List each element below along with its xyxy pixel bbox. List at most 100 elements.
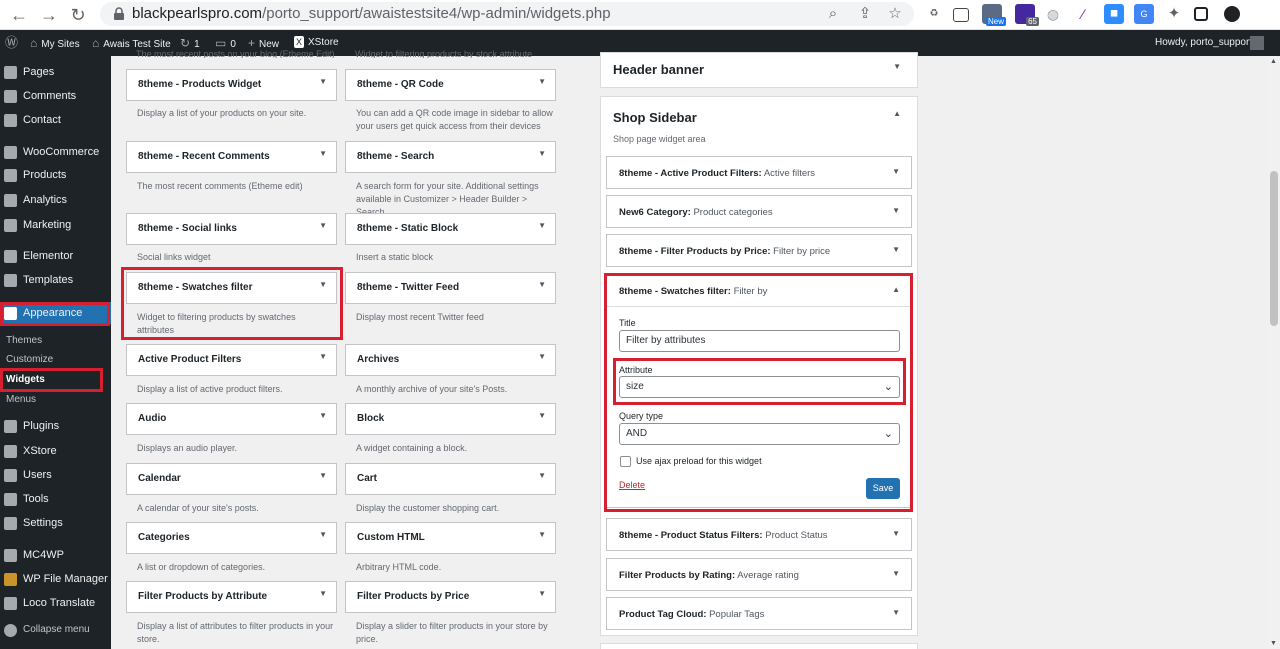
widget-desc: Display a list of your products on your … [137, 108, 307, 118]
dropdown-arrow-icon: ▼ [892, 608, 900, 617]
sidebar-item-users[interactable]: Users [0, 464, 111, 486]
widget-products[interactable]: 8theme - Products Widget ▼ [126, 69, 337, 101]
profile-avatar[interactable] [1224, 6, 1240, 22]
new-ext-icon[interactable]: New [982, 4, 1006, 26]
title-input[interactable]: Filter by attributes [619, 330, 900, 352]
sidebar-item-tools[interactable]: Tools [0, 488, 111, 510]
globe-ext-icon[interactable]: ◍ [1043, 4, 1063, 24]
wordpress-logo-icon[interactable]: Ⓦ [5, 30, 22, 56]
widget-twitter-feed[interactable]: 8theme - Twitter Feed ▼ [345, 272, 556, 304]
sidebar-widget-filter-by-rating[interactable]: Filter Products by Rating: Average ratin… [606, 558, 912, 591]
widget-area-header-banner[interactable]: Header banner ▼ [600, 52, 918, 88]
submenu-item-themes[interactable]: Themes [6, 332, 42, 350]
bookmark-star-icon[interactable]: ☆ [886, 5, 904, 23]
widget-cart[interactable]: Cart ▼ [345, 463, 556, 495]
sidebar-item-contact[interactable]: Contact [0, 109, 111, 131]
sidebar-item-pages[interactable]: Pages [0, 61, 111, 83]
sidebar-item-woocommerce[interactable]: WooCommerce [0, 141, 111, 163]
collapse-menu-button[interactable]: Collapse menu [0, 619, 111, 641]
pen-ext-icon[interactable]: ∕ [1073, 4, 1093, 24]
sidebar-widget-product-status-filters[interactable]: 8theme - Product Status Filters: Product… [606, 518, 912, 551]
widget-audio[interactable]: Audio ▼ [126, 403, 337, 435]
scroll-up-arrow-icon[interactable]: ▲ [1270, 58, 1277, 65]
widget-desc-top-right: Widget to filtering products by stock at… [355, 49, 533, 58]
sidebar-item-products[interactable]: Products [0, 164, 111, 186]
widget-static-block[interactable]: 8theme - Static Block ▼ [345, 213, 556, 245]
sidebar-item-comments[interactable]: Comments [0, 85, 111, 107]
sidebar-item-label: Loco Translate [23, 597, 96, 609]
widget-swatches-filter[interactable]: 8theme - Swatches filter ▼ [126, 272, 337, 304]
submenu-item-widgets[interactable]: Widgets [6, 371, 45, 389]
user-avatar[interactable] [1250, 36, 1264, 50]
sidebar-widget-new6-category[interactable]: New6 Category: Product categories ▼ [606, 195, 912, 228]
sidebar-item-wp-file-manager[interactable]: WP File Manager [0, 568, 111, 590]
extensions-puzzle-icon[interactable]: ✦ [1164, 4, 1184, 24]
translate-ext-icon[interactable]: G [1134, 4, 1154, 24]
widget-name: Product Tag Cloud: [619, 609, 707, 620]
sidebar-item-elementor[interactable]: Elementor [0, 245, 111, 267]
sidebar-widget-product-tag-cloud[interactable]: Product Tag Cloud: Popular Tags ▼ [606, 597, 912, 630]
sidebar-item-xstore[interactable]: XStore [0, 440, 111, 462]
widget-filter-by-attribute[interactable]: Filter Products by Attribute ▼ [126, 581, 337, 613]
back-icon[interactable]: ← [8, 4, 30, 26]
widget-archives[interactable]: Archives ▼ [345, 344, 556, 376]
ajax-preload-checkbox[interactable] [620, 456, 631, 467]
save-button[interactable]: Save [866, 478, 900, 499]
sidebar-item-appearance[interactable]: Appearance [0, 302, 111, 324]
my-sites-icon: ⌂ [30, 36, 38, 50]
dropdown-arrow-icon: ▼ [892, 167, 900, 176]
widget-qr-code[interactable]: 8theme - QR Code ▼ [345, 69, 556, 101]
widget-title: 8theme - Search [357, 151, 435, 162]
products-icon [4, 169, 17, 182]
chevron-down-icon: ⌄ [883, 381, 893, 393]
widget-categories[interactable]: Categories ▼ [126, 522, 337, 554]
sidebar-widget-active-product-filters[interactable]: 8theme - Active Product Filters: Active … [606, 156, 912, 189]
widget-search[interactable]: 8theme - Search ▼ [345, 141, 556, 173]
zoom-meeting-ext-icon[interactable]: ◼ [1104, 4, 1124, 24]
widget-filter-by-price[interactable]: Filter Products by Price ▼ [345, 581, 556, 613]
widget-title: 8theme - Static Block [357, 223, 459, 234]
howdy-user-menu[interactable]: Howdy, porto_support [1155, 30, 1252, 56]
reload-icon[interactable]: ↻ [67, 4, 89, 26]
submenu-item-customize[interactable]: Customize [6, 351, 53, 369]
share-icon[interactable]: ⇪ [856, 5, 874, 23]
sidebar-item-settings[interactable]: Settings [0, 512, 111, 534]
widget-recent-comments[interactable]: 8theme - Recent Comments ▼ [126, 141, 337, 173]
attribute-select[interactable]: size ⌄ [619, 376, 900, 398]
sidebar-item-templates[interactable]: Templates [0, 269, 111, 291]
url-text[interactable]: blackpearlspro.com/porto_support/awaiste… [132, 5, 611, 22]
scroll-down-arrow-icon[interactable]: ▼ [1270, 640, 1277, 647]
sidebar-item-marketing[interactable]: Marketing [0, 214, 111, 236]
scrollbar-thumb[interactable] [1270, 171, 1278, 326]
graduation-ext-icon[interactable]: 65 [1015, 4, 1039, 26]
widget-area-title[interactable]: Shop Sidebar [613, 110, 697, 125]
dropdown-arrow-icon: ▼ [538, 221, 546, 230]
sidebar-widget-filter-by-price[interactable]: 8theme - Filter Products by Price: Filte… [606, 234, 912, 267]
sidebar-item-analytics[interactable]: Analytics [0, 189, 111, 211]
forward-icon[interactable]: → [38, 4, 60, 26]
widget-calendar[interactable]: Calendar ▼ [126, 463, 337, 495]
sidebar-item-label: Analytics [23, 194, 68, 206]
page-scrollbar[interactable]: ▲ ▼ [1268, 56, 1280, 649]
recycle-ext-icon[interactable]: ♻ [924, 4, 944, 24]
sidebar-item-mc4wp[interactable]: MC4WP [0, 544, 111, 566]
widget-social-links[interactable]: 8theme - Social links ▼ [126, 213, 337, 245]
collapse-arrow-icon[interactable]: ▲ [893, 109, 901, 118]
my-sites-menu[interactable]: ⌂ My Sites [30, 30, 80, 56]
screen-ext-icon[interactable] [953, 8, 969, 22]
side-panel-icon[interactable] [1194, 7, 1208, 21]
collapse-arrow-icon[interactable]: ▲ [892, 285, 900, 294]
expand-arrow-icon: ▼ [893, 62, 901, 71]
widget-custom-html[interactable]: Custom HTML ▼ [345, 522, 556, 554]
address-bar[interactable]: blackpearlspro.com/porto_support/awaiste… [100, 2, 914, 26]
widget-active-product-filters[interactable]: Active Product Filters ▼ [126, 344, 337, 376]
howdy-label: Howdy, porto_support [1155, 37, 1253, 48]
delete-link[interactable]: Delete [619, 480, 645, 490]
widget-block[interactable]: Block ▼ [345, 403, 556, 435]
sidebar-item-plugins[interactable]: Plugins [0, 415, 111, 437]
query-type-select[interactable]: AND ⌄ [619, 423, 900, 445]
sidebar-item-loco-translate[interactable]: Loco Translate [0, 592, 111, 614]
zoom-icon[interactable]: ⌕ [824, 5, 842, 23]
submenu-item-menus[interactable]: Menus [6, 391, 36, 409]
sidebar-item-label: Users [23, 469, 52, 481]
